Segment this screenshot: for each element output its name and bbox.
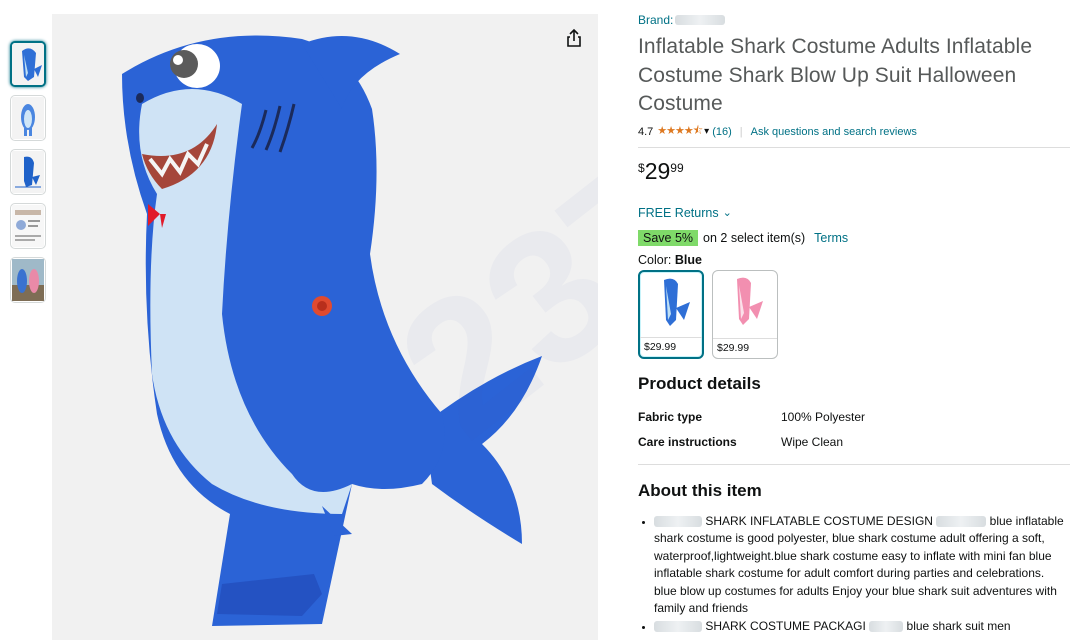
brand-name-redacted [675,15,726,25]
bullet-lead-tail: blue shark suit men [906,619,1011,634]
bullet-body: shark costume is good polyester, blue sh… [654,531,1057,616]
thumbnail-5[interactable] [10,257,46,303]
divider [638,146,1070,148]
divider: | [739,125,743,138]
rating-row: 4.7 ★★★★⯪ ▾ (16) | Ask questions and sea… [638,125,1070,139]
bullet-lead: SHARK COSTUME PACKAGI [705,619,866,634]
details-value: Wipe Clean [781,435,844,449]
save-text: on 2 select item(s) [703,230,806,245]
bullet-lead-tail: blue inflatable [989,513,1064,528]
list-item: SHARK COSTUME PACKAGI blue shark suit me… [654,618,1070,636]
product-details-heading: Product details [638,373,761,393]
price-fraction: 99 [670,160,684,175]
thumbnail-2[interactable] [10,95,46,141]
main-product-image[interactable]: 23T [52,14,598,640]
coupon-row: Save 5% on 2 select item(s) Terms [638,229,1070,247]
redacted-text [654,621,702,633]
inflatable-shark-image [52,14,598,640]
product-info-panel: Brand: Inflatable Shark Costume Adults I… [638,12,1070,636]
swatch-pink[interactable]: $29.99 [712,269,778,359]
pink-shark-swatch-image [737,277,763,325]
color-label: Color: Blue [638,253,1070,267]
price-symbol: $ [638,160,645,175]
about-heading: About this item [638,480,762,500]
chevron-down-icon[interactable]: ▾ [704,126,709,137]
swatch-price: $29.99 [713,337,777,358]
star-rating-icon[interactable]: ★★★★⯪ [657,122,703,141]
rating-value: 4.7 [638,125,654,138]
thumbnail-1[interactable] [10,41,46,87]
details-key: Care instructions [638,435,737,449]
divider [638,463,1070,465]
save-badge: Save 5% [638,229,699,246]
product-details-table: Fabric type 100% Polyester Care instruct… [638,405,1070,455]
redacted-text [936,515,987,527]
details-key: Fabric type [638,410,703,424]
share-icon[interactable] [563,27,585,49]
bullet-lead: SHARK INFLATABLE COSTUME DESIGN [705,513,933,528]
redacted-text [654,515,702,527]
color-label-text: Color: [638,252,672,267]
color-value: Blue [674,252,702,267]
price: $ 29 99 [638,158,1070,184]
redacted-text [869,621,904,633]
product-title: Inflatable Shark Costume Adults Inflatab… [638,35,1033,115]
price-whole: 29 [644,157,671,184]
about-bullets: SHARK INFLATABLE COSTUME DESIGN blue inf… [638,513,1070,636]
free-returns-label: FREE Returns [638,205,719,220]
details-value: 100% Polyester [781,410,866,424]
details-row: Care instructions Wipe Clean [638,430,1070,455]
thumbnail-3[interactable] [10,149,46,195]
swatch-price: $29.99 [640,336,702,357]
thumbnail-4[interactable] [10,203,46,249]
thumbnail-strip [10,41,47,311]
details-row: Fabric type 100% Polyester [638,405,1070,430]
free-returns-link[interactable]: FREE Returns ⌄ [638,205,1070,221]
blue-shark-swatch-image [664,278,690,326]
color-swatches: $29.99 $29.99 [638,269,1070,359]
rating-count-link[interactable]: (16) [712,126,732,138]
list-item: SHARK INFLATABLE COSTUME DESIGN blue inf… [654,513,1070,619]
chevron-down-icon: ⌄ [722,207,732,219]
brand-label: Brand: [638,13,674,27]
terms-link[interactable]: Terms [814,231,848,245]
ask-questions-link[interactable]: Ask questions and search reviews [751,126,917,138]
swatch-blue[interactable]: $29.99 [638,269,704,359]
brand-link[interactable]: Brand: [638,12,1070,28]
